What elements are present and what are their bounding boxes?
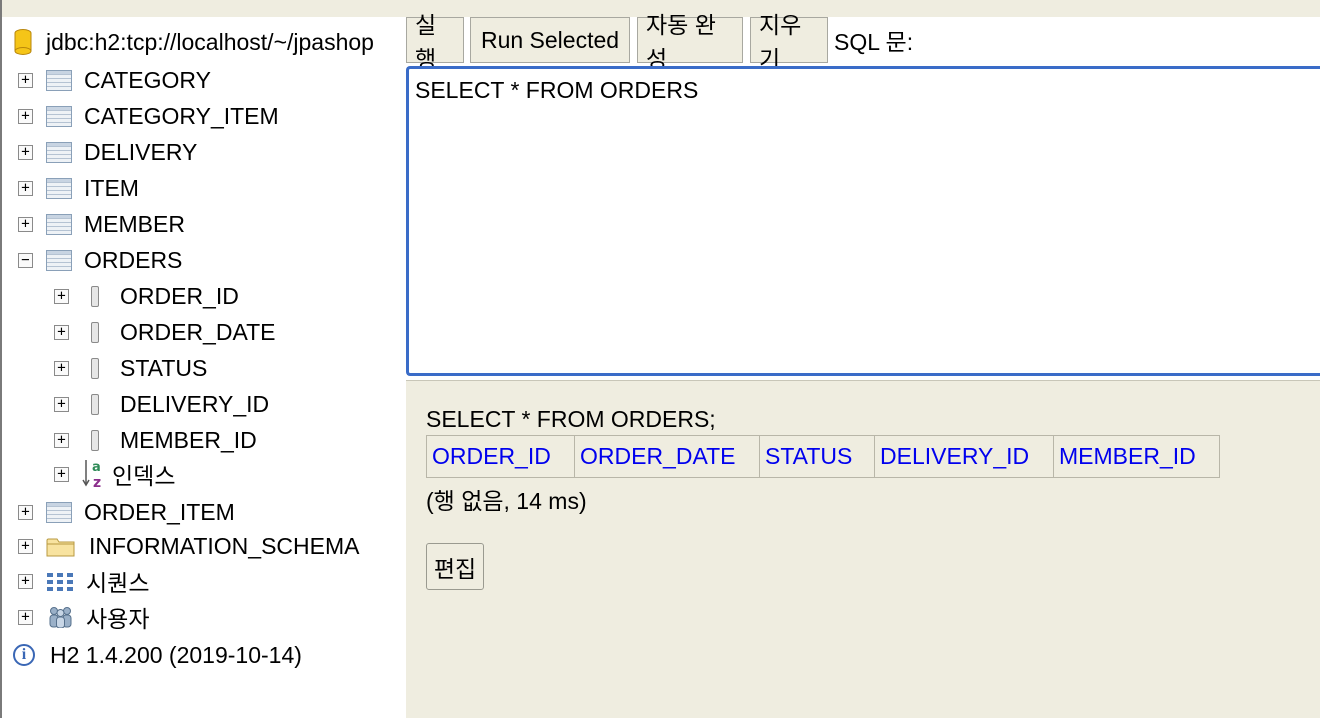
tree-table-category[interactable]: + CATEGORY — [18, 63, 211, 97]
table-icon — [46, 105, 72, 127]
column-icon — [91, 357, 99, 379]
table-label: ITEM — [84, 174, 139, 201]
result-column-header[interactable]: MEMBER_ID — [1053, 435, 1220, 478]
table-icon — [46, 177, 72, 199]
expand-icon[interactable]: + — [54, 466, 69, 482]
table-label: CATEGORY — [84, 66, 211, 93]
expand-icon[interactable]: + — [18, 108, 33, 124]
sql-statement-label: SQL 문: — [834, 29, 914, 55]
svg-text:z: z — [93, 475, 101, 490]
tree-table-item[interactable]: + ITEM — [18, 171, 139, 205]
column-label: ORDER_DATE — [120, 318, 276, 345]
sql-toolbar: 실행 Run Selected 자동 완성 지우기 SQL 문: — [406, 12, 1320, 72]
tree-sequences[interactable]: + 시퀀스 — [18, 564, 149, 598]
sequences-label: 시퀀스 — [86, 570, 150, 596]
result-table: ORDER_ID ORDER_DATE STATUS DELIVERY_ID M… — [426, 435, 1220, 478]
table-icon — [46, 249, 72, 271]
table-label: CATEGORY_ITEM — [84, 102, 279, 129]
expand-icon[interactable]: + — [18, 538, 33, 554]
sequence-icon — [47, 572, 73, 591]
run-button[interactable]: 실행 — [406, 12, 464, 72]
sql-editor-text: SELECT * FROM ORDERS — [415, 77, 699, 103]
result-column-header[interactable]: ORDER_ID — [426, 435, 575, 478]
run-selected-button[interactable]: Run Selected — [470, 17, 630, 63]
result-header-row: ORDER_ID ORDER_DATE STATUS DELIVERY_ID M… — [426, 435, 1220, 478]
result-panel: SELECT * FROM ORDERS; ORDER_ID ORDER_DAT… — [406, 380, 1320, 718]
result-column-header[interactable]: DELIVERY_ID — [874, 435, 1054, 478]
result-query: SELECT * FROM ORDERS; — [426, 406, 716, 432]
version-label: H2 1.4.200 (2019-10-14) — [50, 641, 302, 668]
expand-icon[interactable]: + — [54, 288, 69, 304]
table-label: ORDER_ITEM — [84, 498, 235, 525]
tree-column-order-date[interactable]: + ORDER_DATE — [54, 315, 276, 349]
result-column-header[interactable]: ORDER_DATE — [574, 435, 760, 478]
table-icon — [46, 501, 72, 523]
database-icon — [14, 29, 32, 55]
expand-icon[interactable]: + — [18, 609, 33, 625]
autocomplete-button[interactable]: 자동 완성 — [637, 12, 743, 72]
result-footer: (행 없음, 14 ms) — [426, 488, 587, 514]
table-label: ORDERS — [84, 246, 183, 273]
edit-button[interactable]: 편집 — [426, 543, 484, 590]
table-icon — [46, 213, 72, 235]
tree-table-delivery[interactable]: + DELIVERY — [18, 135, 197, 169]
column-icon — [91, 429, 99, 451]
column-icon — [91, 321, 99, 343]
index-sort-icon: a z — [82, 460, 101, 490]
expand-icon[interactable]: + — [54, 396, 69, 412]
result-column-header[interactable]: STATUS — [759, 435, 875, 478]
clear-button[interactable]: 지우기 — [750, 12, 828, 72]
tree-connection[interactable]: jdbc:h2:tcp://localhost/~/jpashop — [14, 25, 374, 59]
users-label: 사용자 — [86, 606, 150, 632]
connection-label: jdbc:h2:tcp://localhost/~/jpashop — [46, 28, 374, 55]
table-label: MEMBER — [84, 210, 185, 237]
sql-editor[interactable]: SELECT * FROM ORDERS — [406, 66, 1320, 376]
tree-column-order-id[interactable]: + ORDER_ID — [54, 279, 239, 313]
expand-icon[interactable]: + — [18, 504, 33, 520]
collapse-icon[interactable]: − — [18, 252, 33, 268]
tree-column-status[interactable]: + STATUS — [54, 351, 207, 385]
expand-icon[interactable]: + — [54, 432, 69, 448]
expand-icon[interactable]: + — [54, 360, 69, 376]
tree-column-delivery-id[interactable]: + DELIVERY_ID — [54, 387, 269, 421]
tree-version: i H2 1.4.200 (2019-10-14) — [13, 638, 302, 672]
tree-users[interactable]: + 사용자 — [18, 600, 149, 634]
table-icon — [46, 141, 72, 163]
column-label: STATUS — [120, 354, 208, 381]
users-icon — [49, 607, 72, 628]
table-icon — [46, 69, 72, 91]
tree-table-category-item[interactable]: + CATEGORY_ITEM — [18, 99, 279, 133]
folder-icon — [46, 538, 75, 556]
svg-text:a: a — [92, 460, 101, 475]
expand-icon[interactable]: + — [54, 324, 69, 340]
tree-table-order-item[interactable]: + ORDER_ITEM — [18, 495, 235, 529]
column-label: DELIVERY_ID — [120, 390, 270, 417]
info-icon: i — [13, 644, 35, 666]
expand-icon[interactable]: + — [18, 144, 33, 160]
expand-icon[interactable]: + — [18, 573, 33, 589]
schema-tree: jdbc:h2:tcp://localhost/~/jpashop + CATE… — [2, 17, 406, 718]
tree-table-member[interactable]: + MEMBER — [18, 207, 185, 241]
table-label: DELIVERY — [84, 138, 198, 165]
tree-index[interactable]: + a z 인덱스 — [54, 457, 175, 491]
column-icon — [91, 393, 99, 415]
column-label: MEMBER_ID — [120, 426, 257, 453]
tree-table-orders[interactable]: − ORDERS — [18, 243, 182, 277]
tree-information-schema[interactable]: + INFORMATION_SCHEMA — [18, 529, 359, 563]
expand-icon[interactable]: + — [18, 72, 33, 88]
expand-icon[interactable]: + — [18, 216, 33, 232]
column-icon — [91, 285, 99, 307]
index-label: 인덱스 — [112, 463, 176, 489]
expand-icon[interactable]: + — [18, 180, 33, 196]
tree-column-member-id[interactable]: + MEMBER_ID — [54, 423, 257, 457]
schema-label: INFORMATION_SCHEMA — [89, 532, 360, 559]
column-label: ORDER_ID — [120, 282, 239, 309]
